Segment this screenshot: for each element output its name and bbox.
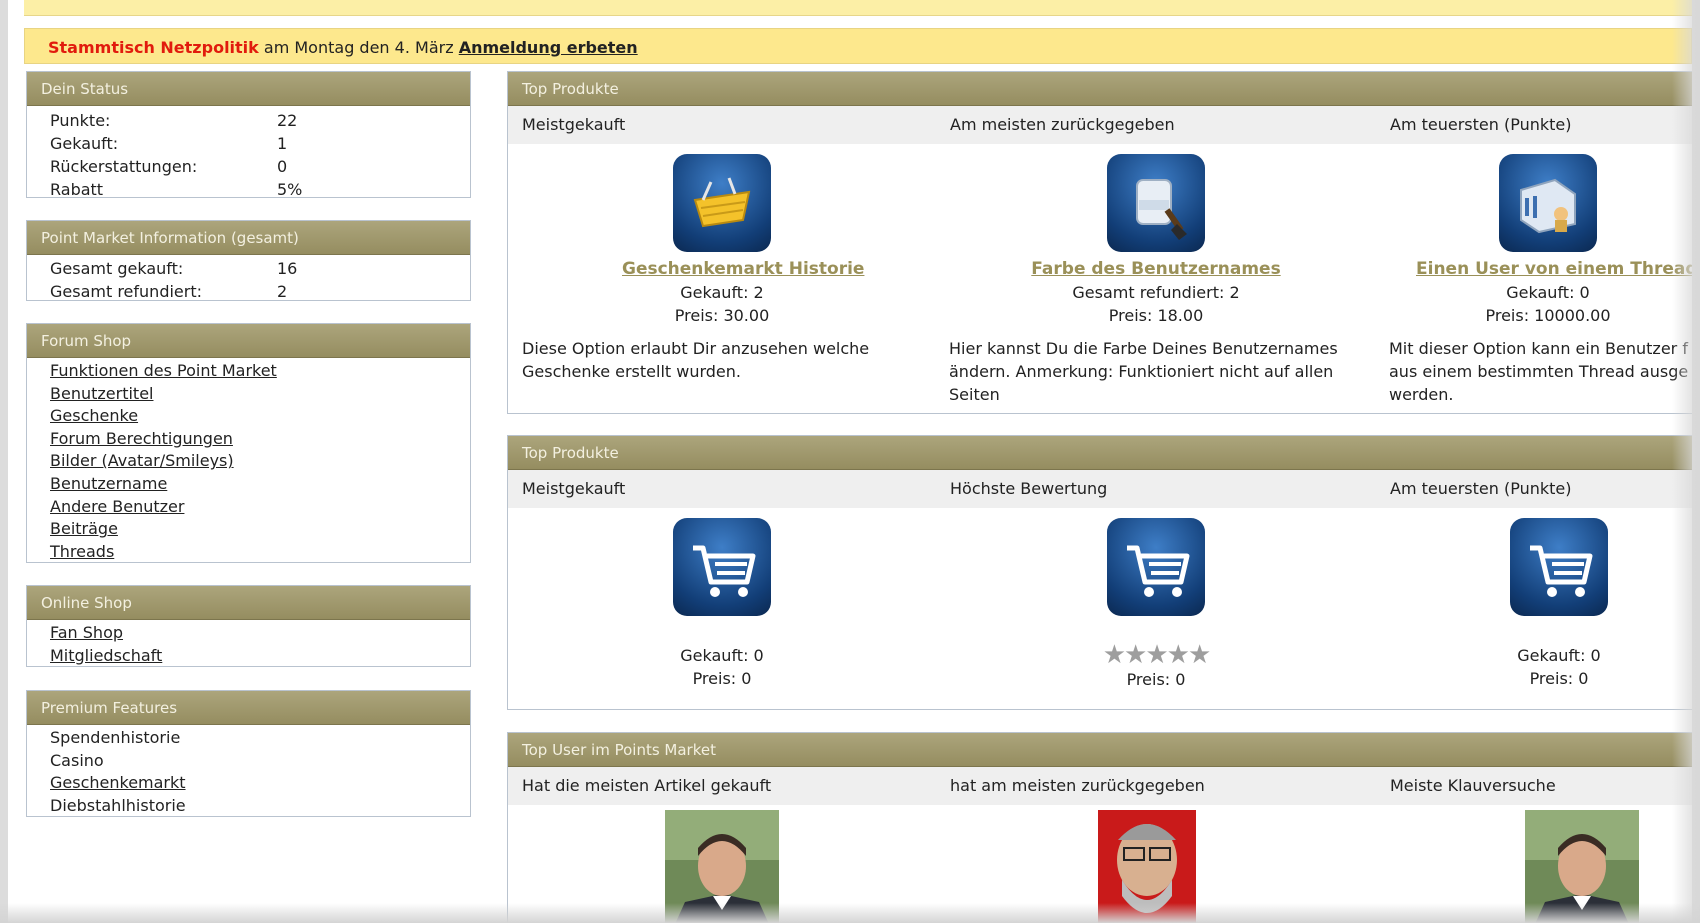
product-2-title-link[interactable]: Farbe des Benutzernames	[1026, 258, 1286, 281]
cart-icon[interactable]	[673, 518, 771, 616]
product-1-bought: Gekauft: 2	[680, 283, 764, 302]
online-shop-title: Online Shop	[27, 586, 470, 620]
top-products-2-column-headers: Meistgekauft Höchste Bewertung Am teuers…	[508, 470, 1692, 508]
premium-box: Premium Features Spendenhistorie Casino …	[26, 690, 471, 817]
user-avatar-2[interactable]	[1098, 810, 1212, 923]
col-header-best-rated: Höchste Bewertung	[950, 479, 1108, 498]
cart-icon[interactable]	[1510, 518, 1608, 616]
col-header-most-bought-2: Meistgekauft	[522, 479, 626, 498]
product-4-bought: Gekauft: 0	[680, 646, 764, 665]
product-1-price: Preis: 30.00	[674, 306, 770, 325]
top-users-title: Top User im Points Market	[508, 733, 1692, 767]
top-products-panel-2: Top Produkte Meistgekauft Höchste Bewert…	[507, 435, 1692, 710]
page: Stammtisch Netzpolitik am Montag den 4. …	[8, 0, 1692, 923]
premium-link-gift-market[interactable]: Geschenkemarkt	[50, 772, 470, 795]
notice-text: am Montag den 4. März	[258, 38, 459, 57]
product-3-price: Preis: 10000.00	[1485, 306, 1611, 325]
forum-shop-link-posts[interactable]: Beiträge	[50, 518, 470, 541]
product-2-description: Hier kannst Du die Farbe Deines Benutzer…	[949, 339, 1338, 404]
col-header-most-returned-user: hat am meisten zurückgegeben	[950, 776, 1205, 795]
top-users-column-headers: Hat die meisten Artikel gekauft hat am m…	[508, 767, 1692, 805]
product-1-description: Diese Option erlaubt Dir anzusehen welch…	[522, 339, 870, 381]
top-products-2-title: Top Produkte	[508, 436, 1692, 470]
pm-info-row-refunded: Gesamt refundiert: 2	[50, 282, 288, 301]
forum-shop-link-user-title[interactable]: Benutzertitel	[50, 383, 470, 406]
pm-info-box: Point Market Information (gesamt) Gesamt…	[26, 220, 471, 301]
forum-shop-box: Forum Shop Funktionen des Point Market B…	[26, 323, 471, 563]
rating-stars: ★★★★★	[1102, 640, 1212, 670]
col-header-most-bought: Meistgekauft	[522, 115, 626, 134]
basket-icon[interactable]	[673, 154, 771, 252]
pm-info-row-bought: Gesamt gekauft: 16	[50, 259, 298, 278]
product-2-refunded: Gesamt refundiert: 2	[1072, 283, 1240, 302]
product-card-1: Geschenkemarkt Historie Gekauft: 2 Preis…	[622, 154, 864, 327]
forum-shop-link-threads[interactable]: Threads	[50, 541, 470, 564]
forum-shop-link-username[interactable]: Benutzername	[50, 473, 470, 496]
product-2-price: Preis: 18.00	[1108, 306, 1204, 325]
cart-icon[interactable]	[1107, 518, 1205, 616]
product-card-5: ★★★★★ Preis: 0	[1026, 518, 1286, 691]
top-products-1-column-headers: Meistgekauft Am meisten zurückgegeben Am…	[508, 106, 1692, 144]
paint-bucket-icon[interactable]	[1107, 154, 1205, 252]
forum-shop-link-other-users[interactable]: Andere Benutzer	[50, 496, 470, 519]
top-users-panel: Top User im Points Market Hat die meiste…	[507, 732, 1692, 923]
col-header-most-articles-bought: Hat die meisten Artikel gekauft	[522, 776, 772, 795]
top-products-1-title: Top Produkte	[508, 72, 1692, 106]
pm-info-title: Point Market Information (gesamt)	[27, 221, 470, 255]
status-box: Dein Status Punkte: 22 Gekauft: 1 Rückerst…	[26, 71, 471, 199]
user-block-icon[interactable]	[1499, 154, 1597, 252]
col-header-most-returned: Am meisten zurückgegeben	[950, 115, 1175, 134]
user-avatar-3[interactable]	[1525, 810, 1639, 923]
premium-item-casino[interactable]: Casino	[50, 750, 470, 773]
notice-signup-link[interactable]: Anmeldung erbeten	[459, 38, 638, 57]
product-3-description: Mit dieser Option kann ein Benutzer f au…	[1389, 339, 1689, 404]
online-shop-link-membership[interactable]: Mitgliedschaft	[50, 645, 470, 668]
status-row-bought: Gekauft: 1	[50, 134, 288, 153]
product-3-title-link[interactable]: Einen User von einem Thread ve	[1386, 258, 1692, 281]
forum-shop-link-images[interactable]: Bilder (Avatar/Smileys)	[50, 450, 470, 473]
forum-shop-title: Forum Shop	[27, 324, 470, 358]
product-card-4: Gekauft: 0 Preis: 0	[622, 518, 822, 690]
product-6-price: Preis: 0	[1529, 669, 1589, 688]
product-card-2: Farbe des Benutzernames Gesamt refundier…	[1026, 154, 1286, 327]
product-6-bought: Gekauft: 0	[1517, 646, 1601, 665]
col-header-most-expensive: Am teuersten (Punkte)	[1390, 115, 1572, 134]
forum-shop-link-permissions[interactable]: Forum Berechtigungen	[50, 428, 470, 451]
notice-highlight: Stammtisch Netzpolitik	[48, 38, 259, 57]
notice-banner: Stammtisch Netzpolitik am Montag den 4. …	[24, 28, 1692, 64]
user-avatar-1[interactable]	[665, 810, 779, 923]
product-card-6: Gekauft: 0 Preis: 0	[1459, 518, 1659, 690]
premium-title: Premium Features	[27, 691, 470, 725]
status-row-discount: Rabatt 5%	[50, 180, 303, 199]
product-5-price: Preis: 0	[1126, 670, 1186, 689]
forum-shop-link-gifts[interactable]: Geschenke	[50, 405, 470, 428]
col-header-most-theft-attempts: Meiste Klauversuche	[1390, 776, 1556, 795]
status-row-refunds: Rückerstattungen: 0	[50, 157, 288, 176]
product-4-price: Preis: 0	[692, 669, 752, 688]
forum-shop-link-functions[interactable]: Funktionen des Point Market	[50, 360, 470, 383]
online-shop-link-fan-shop[interactable]: Fan Shop	[50, 622, 470, 645]
status-row-points: Punkte: 22	[50, 111, 298, 130]
top-products-panel-1: Top Produkte Meistgekauft Am meisten zur…	[507, 71, 1692, 414]
product-card-3: Einen User von einem Thread ve Gekauft: …	[1386, 154, 1692, 327]
online-shop-box: Online Shop Fan Shop Mitgliedschaft	[26, 585, 471, 667]
col-header-most-expensive-2: Am teuersten (Punkte)	[1390, 479, 1572, 498]
premium-item-donations[interactable]: Spendenhistorie	[50, 727, 470, 750]
top-announcement-strip	[24, 0, 1692, 16]
premium-item-theft-history[interactable]: Diebstahlhistorie	[50, 795, 470, 818]
product-3-bought: Gekauft: 0	[1506, 283, 1590, 302]
status-box-title: Dein Status	[27, 72, 470, 106]
product-1-title-link[interactable]: Geschenkemarkt Historie	[622, 258, 864, 281]
